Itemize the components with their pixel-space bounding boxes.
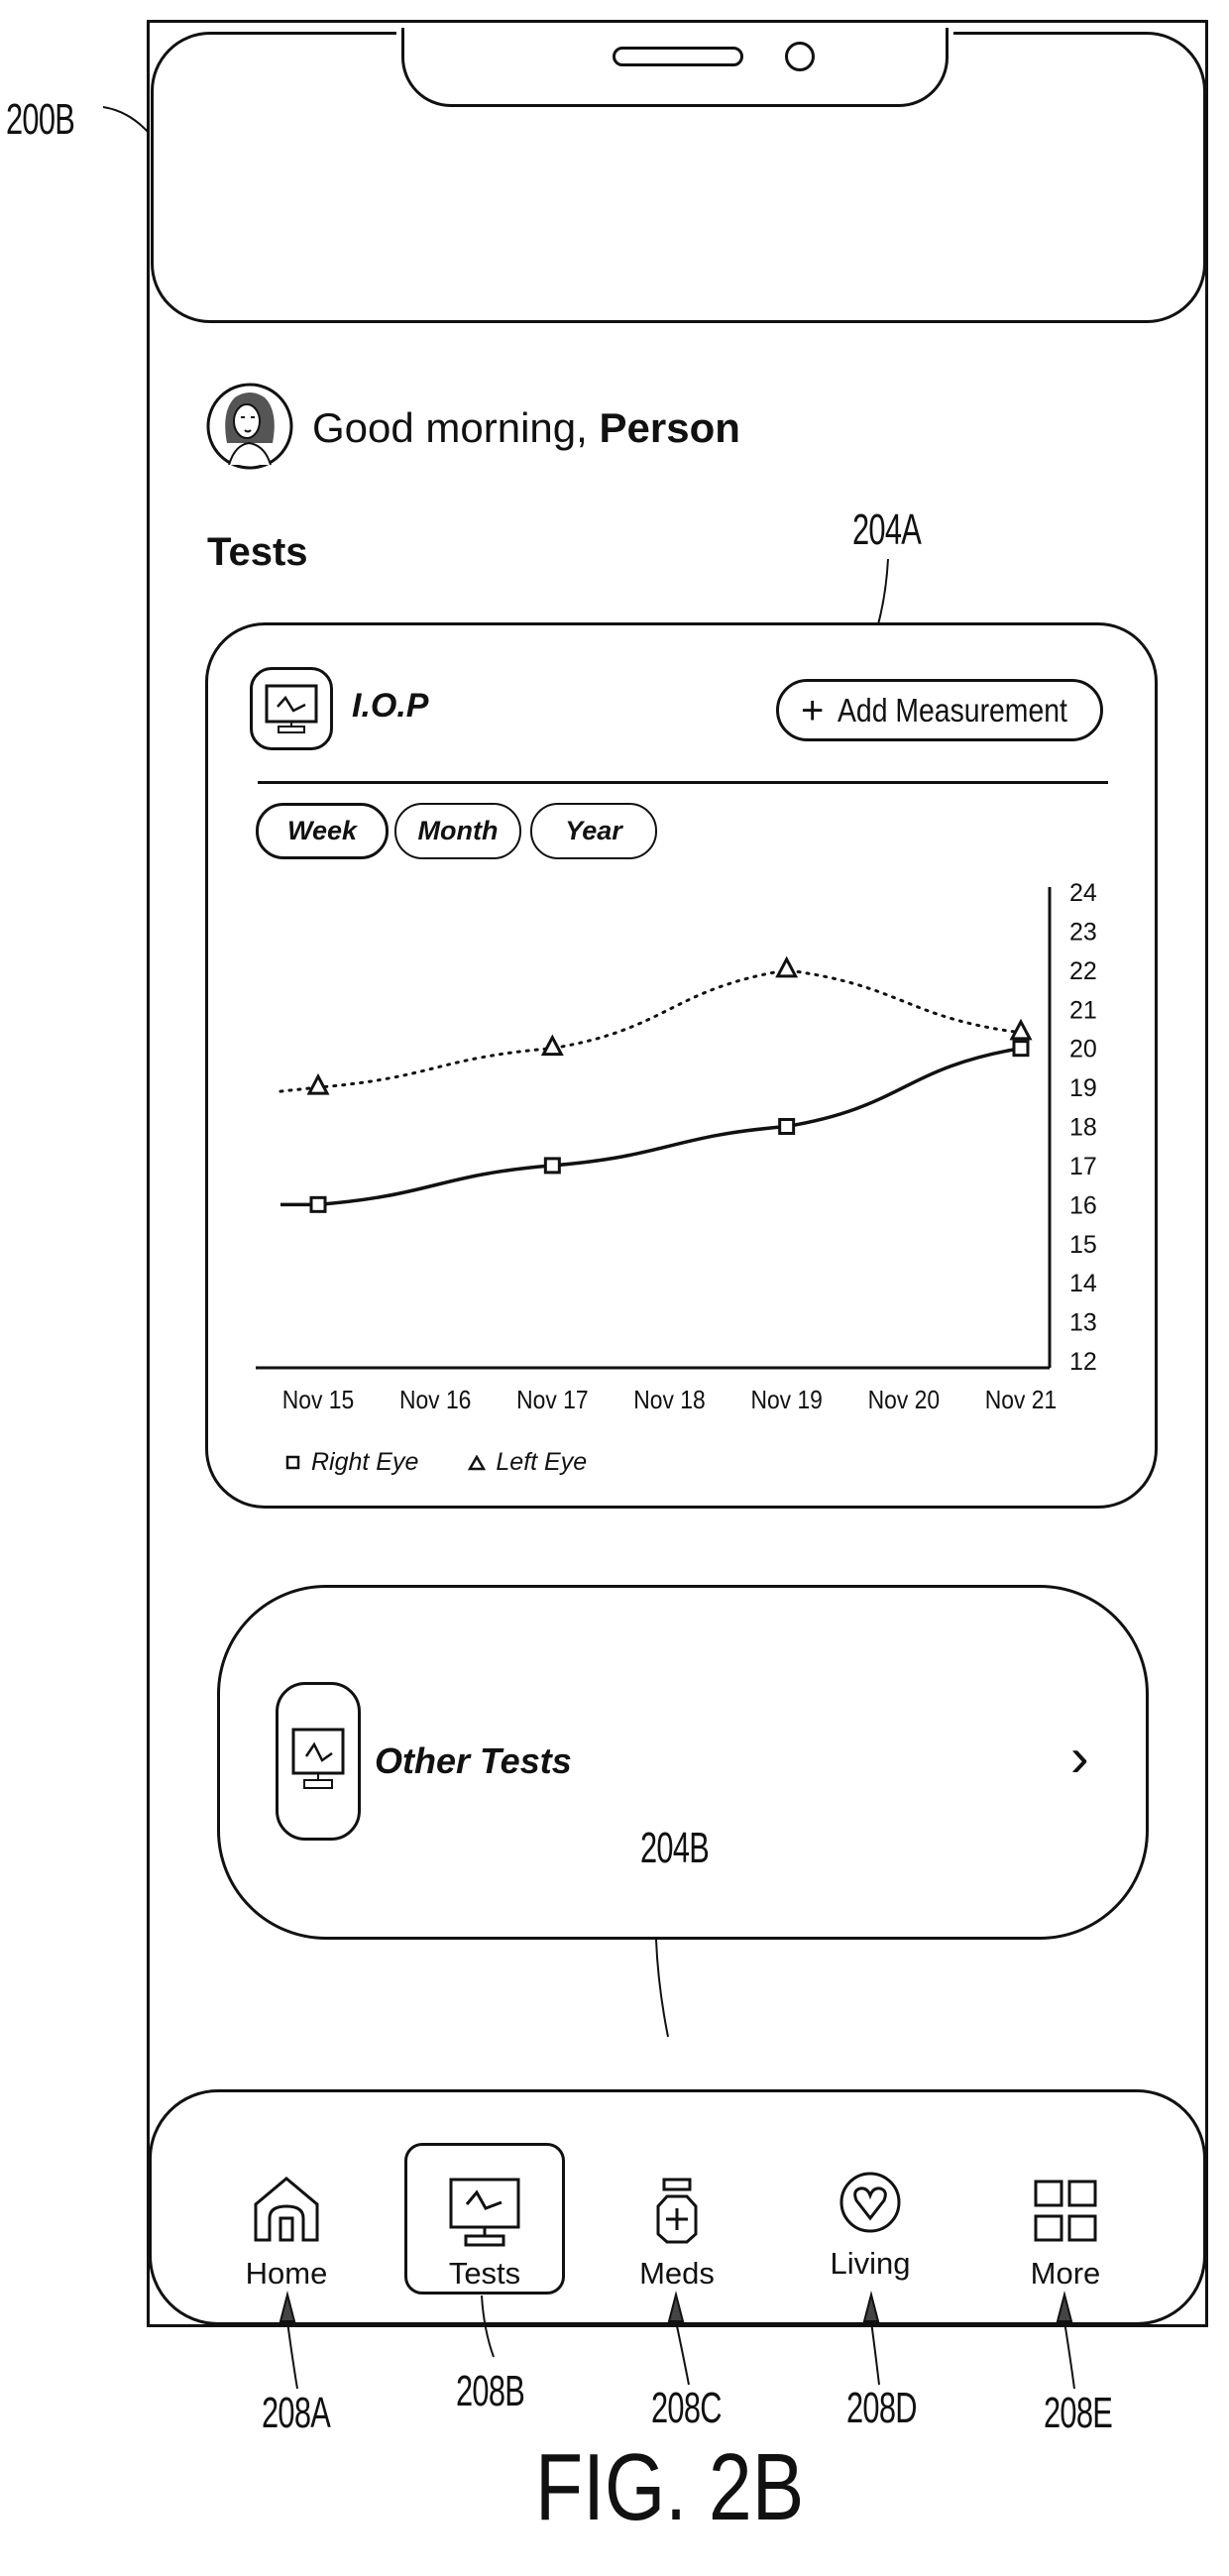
iop-card-title: I.O.P: [352, 687, 429, 725]
ref-label-nav-more: 208E: [1044, 2389, 1113, 2437]
nav-label-living: Living: [830, 2246, 911, 2281]
ref-label-iop-card: 204A: [852, 505, 922, 554]
range-tab-week[interactable]: Week: [256, 803, 389, 859]
ref-label-nav-meds: 208C: [651, 2384, 723, 2432]
plus-icon: +: [801, 688, 825, 732]
user-name: Person: [599, 404, 740, 451]
nav-item-home[interactable]: Home: [206, 2143, 367, 2295]
chevron-right-icon[interactable]: ›: [1070, 1730, 1089, 1785]
iop-card: [205, 622, 1158, 1509]
card-divider: [258, 781, 1108, 784]
range-tab-year[interactable]: Year: [530, 803, 657, 859]
camera-icon: [785, 42, 815, 71]
monitor-chart-icon: [449, 2178, 520, 2247]
ref-label-nav-home: 208A: [262, 2389, 331, 2437]
add-measurement-label: Add Measurement: [838, 691, 1068, 728]
range-tab-month[interactable]: Month: [394, 803, 521, 859]
person-avatar-icon: [206, 383, 293, 470]
speaker-icon: [613, 47, 743, 66]
leader-line-other-tests: [655, 1939, 669, 2038]
iop-icon-box: [250, 667, 333, 750]
nav-item-tests[interactable]: Tests: [404, 2143, 565, 2295]
home-icon: [254, 2177, 319, 2242]
greeting-text: Good morning, Person: [312, 404, 740, 452]
monitor-chart-icon: [265, 684, 318, 733]
device-notch: [401, 28, 949, 107]
add-measurement-button[interactable]: + Add Measurement: [776, 679, 1103, 741]
legend-left-eye: Left Eye: [496, 1448, 588, 1476]
heart-circle-icon: [839, 2172, 901, 2233]
nav-item-meds[interactable]: Meds: [597, 2143, 757, 2295]
medicine-bottle-icon: [656, 2178, 698, 2244]
chart-legend: Right Eye Left Eye: [285, 1448, 587, 1477]
leader-line-device: [102, 106, 150, 134]
ref-label-nav-tests: 208B: [456, 2367, 525, 2415]
nav-item-more[interactable]: More: [985, 2143, 1146, 2295]
legend-right-eye: Right Eye: [311, 1448, 419, 1476]
other-tests-title: Other Tests: [375, 1740, 572, 1781]
figure-caption: FIG. 2B: [535, 2434, 805, 2540]
legend-square-marker: [285, 1455, 300, 1469]
leader-line-iop-card: [877, 558, 889, 625]
ref-label-other-tests: 204B: [640, 1824, 710, 1872]
legend-triangle-marker: [468, 1454, 487, 1470]
page-title: Tests: [207, 530, 308, 574]
ref-label-nav-living: 208D: [846, 2384, 918, 2432]
nav-item-living[interactable]: Living: [790, 2143, 950, 2295]
avatar[interactable]: [205, 382, 294, 471]
other-tests-icon-box: [276, 1682, 361, 1841]
greeting-prefix: Good morning,: [312, 404, 600, 451]
grid-icon: [1034, 2180, 1097, 2242]
monitor-chart-icon: [291, 1728, 345, 1789]
